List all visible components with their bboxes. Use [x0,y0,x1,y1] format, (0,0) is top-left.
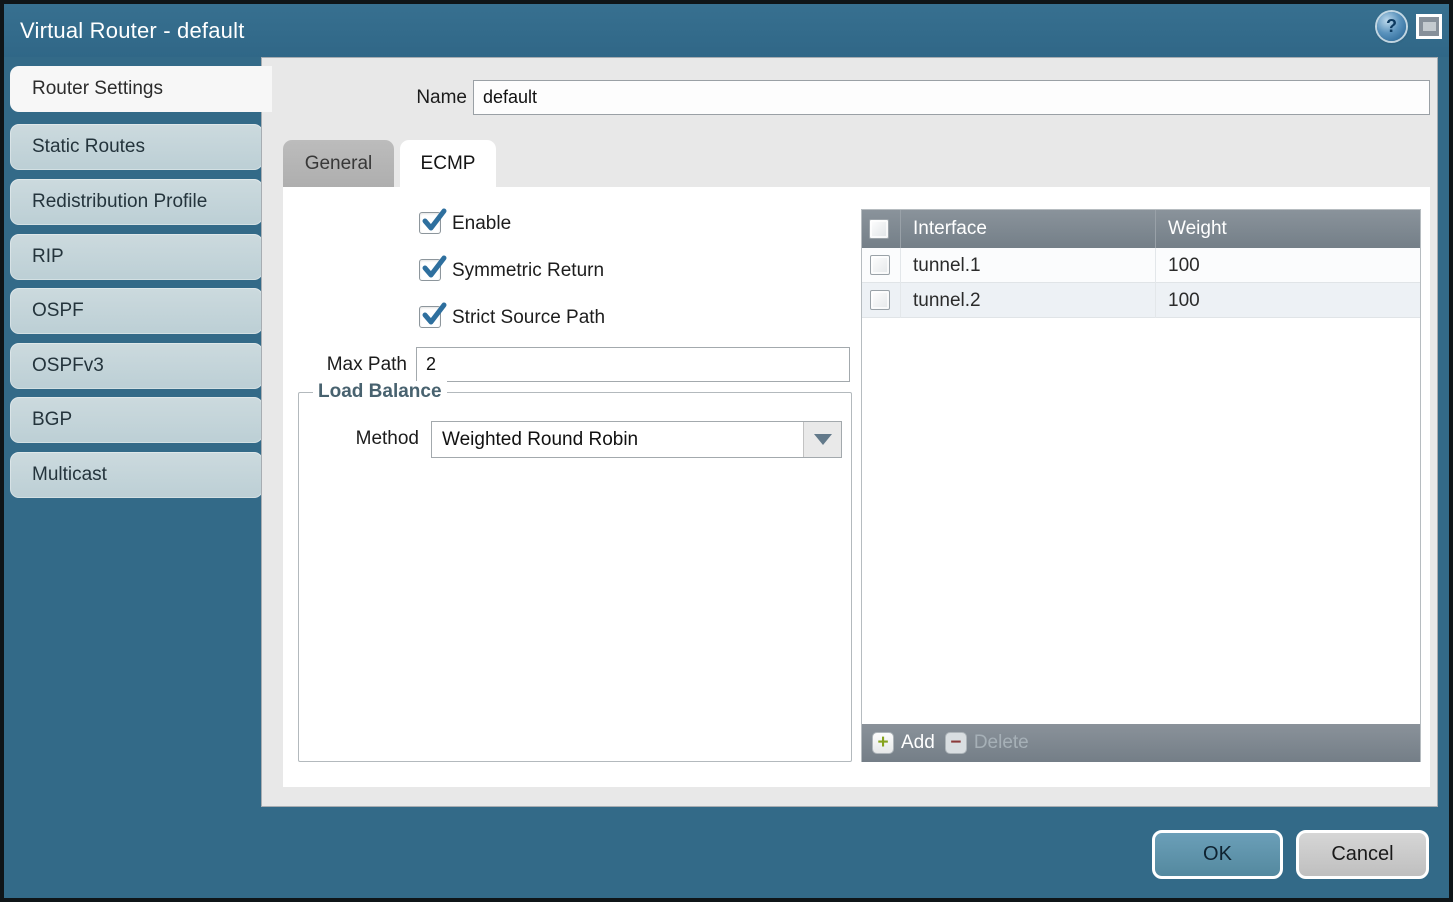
select-all-cell [862,210,900,248]
select-all-checkbox[interactable] [869,219,889,239]
enable-checkbox[interactable] [419,212,441,234]
name-input[interactable] [473,80,1430,115]
restore-window-icon[interactable] [1416,14,1442,39]
interface-cell: tunnel.1 [900,248,1155,283]
name-label: Name [382,80,467,115]
symmetric-return-label: Symmetric Return [452,258,604,284]
load-balance-fieldset: Load Balance Method Weighted Round Robin [298,392,852,762]
weight-cell: 100 [1155,248,1420,283]
tab-general[interactable]: General [283,140,394,188]
dialog-title: Virtual Router - default [20,4,245,57]
add-plus-icon: + [872,732,894,754]
table-header-row: Interface Weight [862,210,1420,248]
sidebar-item-router-settings[interactable]: Router Settings [10,66,272,112]
row-checkbox-cell [862,283,900,318]
add-label: Add [901,732,935,754]
checkmark-icon [421,255,447,281]
router-settings-panel: Name General ECMP Enable Symm [261,57,1438,807]
method-label: Method [329,421,419,457]
virtual-router-dialog: Virtual Router - default ? Router Settin… [4,4,1449,898]
method-dropdown[interactable]: Weighted Round Robin [431,421,842,458]
column-header-interface: Interface [900,210,1155,248]
restore-window-inner [1423,22,1436,31]
ecmp-tab-content: Enable Symmetric Return Strict Source Pa… [283,187,1430,787]
chevron-down-icon [814,434,832,445]
enable-label: Enable [452,211,511,237]
table-row[interactable]: tunnel.2 100 [862,283,1420,318]
sidebar-item-multicast[interactable]: Multicast [10,452,263,498]
max-path-input[interactable] [416,347,850,382]
checkmark-icon [421,208,447,234]
sidebar-item-rip[interactable]: RIP [10,234,263,280]
strict-source-path-checkbox[interactable] [419,306,441,328]
symmetric-return-checkbox[interactable] [419,259,441,281]
load-balance-legend: Load Balance [313,381,447,403]
cancel-button[interactable]: Cancel [1296,830,1429,879]
help-glyph: ? [1386,16,1397,37]
sidebar-item-ospf[interactable]: OSPF [10,288,263,334]
sidebar-item-redistribution-profile[interactable]: Redistribution Profile [10,179,263,225]
delete-button[interactable]: − Delete [945,732,1029,754]
row-checkbox[interactable] [870,290,890,310]
tab-ecmp[interactable]: ECMP [400,140,496,188]
sidebar-item-static-routes[interactable]: Static Routes [10,124,263,170]
strict-source-path-label: Strict Source Path [452,305,605,331]
method-selected-value: Weighted Round Robin [432,422,803,457]
window-frame: Virtual Router - default ? Router Settin… [0,0,1453,902]
interface-cell: tunnel.2 [900,283,1155,318]
method-dropdown-arrow[interactable] [803,422,841,457]
table-row[interactable]: tunnel.1 100 [862,248,1420,283]
sidebar-item-bgp[interactable]: BGP [10,397,263,443]
column-header-weight: Weight [1155,210,1420,248]
table-footer-bar: + Add − Delete [862,724,1420,762]
weight-cell: 100 [1155,283,1420,318]
help-icon[interactable]: ? [1377,12,1406,41]
titlebar: Virtual Router - default ? [4,4,1449,57]
row-checkbox-cell [862,248,900,283]
max-path-label: Max Path [301,347,407,382]
checkmark-icon [421,302,447,328]
interfaces-table: Interface Weight tunnel.1 100 tunnel.2 1… [861,209,1421,762]
add-button[interactable]: + Add [872,732,935,754]
sidebar-item-ospfv3[interactable]: OSPFv3 [10,343,263,389]
delete-label: Delete [974,732,1029,754]
ok-button[interactable]: OK [1152,830,1283,879]
delete-minus-icon: − [945,732,967,754]
row-checkbox[interactable] [870,255,890,275]
